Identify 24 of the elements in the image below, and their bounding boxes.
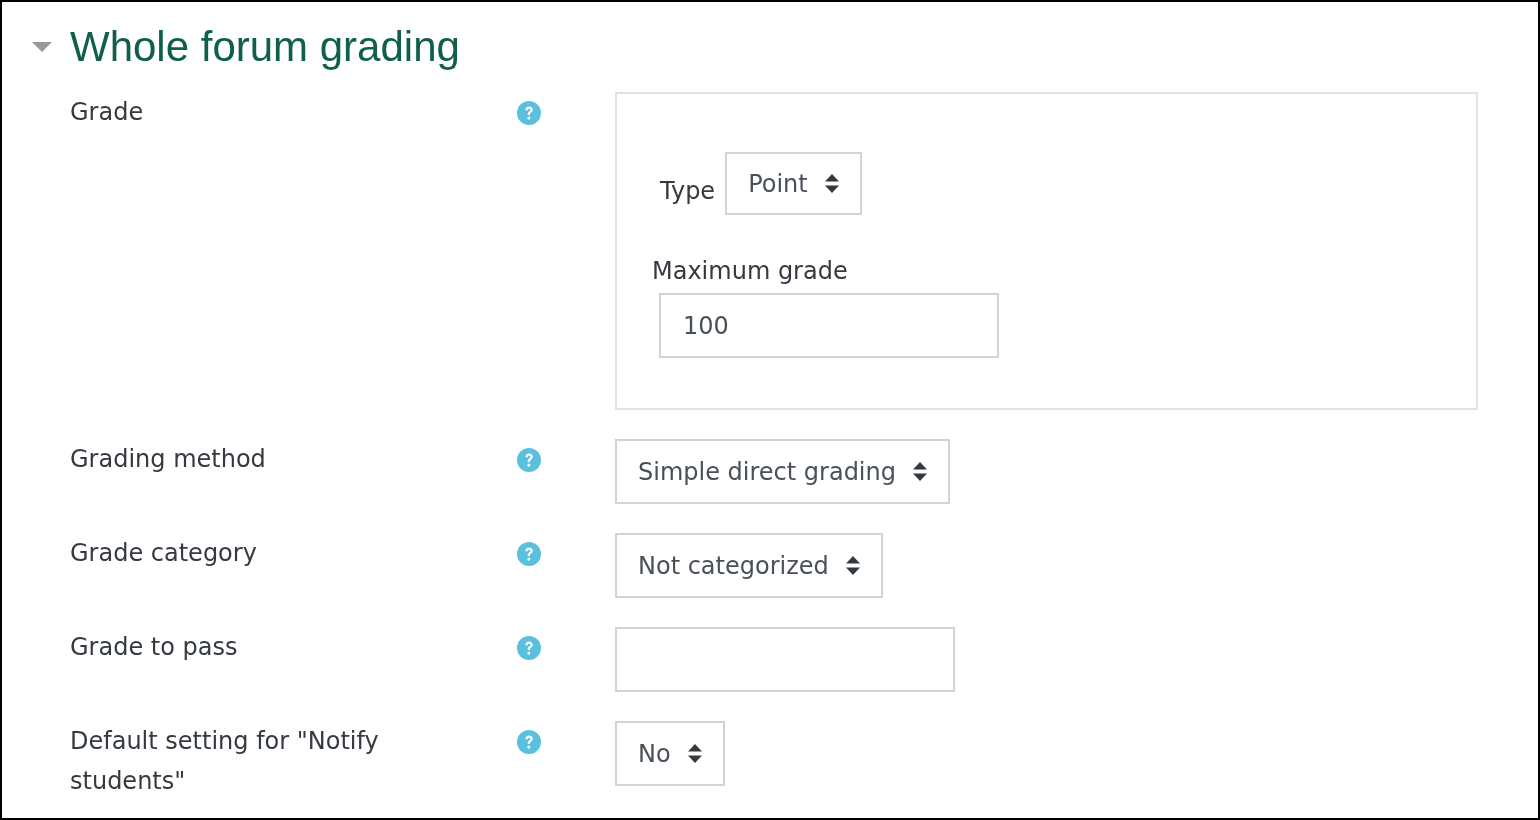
help-icon[interactable] xyxy=(517,730,541,754)
help-icon[interactable] xyxy=(517,448,541,472)
sort-arrows-icon xyxy=(845,556,860,575)
field-label: Type xyxy=(660,175,716,207)
sort-arrows-icon xyxy=(913,462,927,481)
dropdown-select[interactable]: Not categorized xyxy=(615,533,883,598)
field-label: Default setting for "Notify students" xyxy=(70,726,380,797)
dropdown-select[interactable]: No xyxy=(615,721,725,786)
caret-icon[interactable] xyxy=(32,42,52,52)
field-label: Grade xyxy=(70,97,144,128)
dropdown-select[interactable]: Point xyxy=(725,152,862,215)
text-input[interactable] xyxy=(615,627,955,692)
field-label: Grade category xyxy=(70,538,257,569)
sort-arrows-icon xyxy=(824,174,839,193)
sort-arrows-icon xyxy=(687,744,702,763)
text-input[interactable]: 100 xyxy=(659,293,999,358)
field-label: Grading method xyxy=(70,444,266,475)
section-title: Whole forum grading xyxy=(70,23,460,71)
help-icon[interactable] xyxy=(517,636,541,660)
field-label: Maximum grade xyxy=(652,256,848,287)
help-icon[interactable] xyxy=(517,101,541,125)
help-icon[interactable] xyxy=(517,542,541,566)
dropdown-select[interactable]: Simple direct grading xyxy=(615,439,950,504)
field-label: Grade to pass xyxy=(70,632,238,663)
